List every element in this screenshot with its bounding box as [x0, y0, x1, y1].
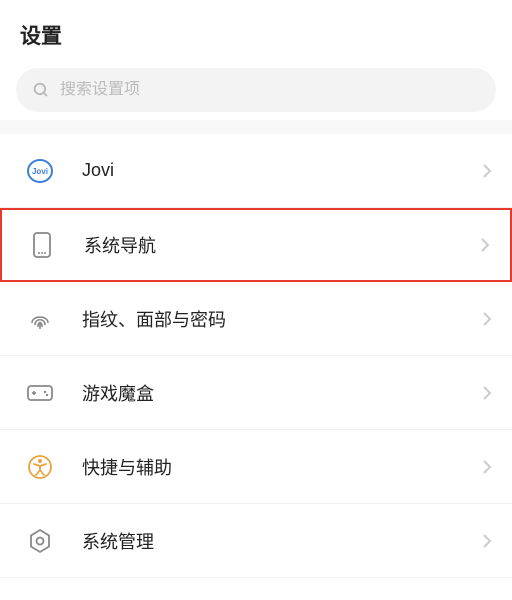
settings-item-game-box[interactable]: 游戏魔盒: [0, 356, 512, 430]
settings-item-system-management[interactable]: 系统管理: [0, 504, 512, 578]
chevron-right-icon: [482, 459, 492, 475]
chevron-right-icon: [482, 385, 492, 401]
fingerprint-icon: [26, 305, 54, 333]
accessibility-icon: [26, 453, 54, 481]
settings-item-shortcuts-accessibility[interactable]: 快捷与辅助: [0, 430, 512, 504]
chevron-right-icon: [482, 533, 492, 549]
search-box[interactable]: [16, 68, 496, 112]
settings-item-label: 快捷与辅助: [82, 454, 482, 480]
chevron-right-icon: [482, 311, 492, 327]
settings-item-label: 系统导航: [84, 232, 480, 258]
search-container: [0, 68, 512, 120]
jovi-icon: Jovi: [26, 157, 54, 185]
settings-list: Jovi Jovi 系统导航: [0, 134, 512, 578]
chevron-right-icon: [482, 163, 492, 179]
phone-icon: [28, 231, 56, 259]
search-icon: [32, 81, 50, 99]
settings-item-label: 游戏魔盒: [82, 380, 482, 406]
settings-item-fingerprint-face-password[interactable]: 指纹、面部与密码: [0, 282, 512, 356]
settings-item-jovi[interactable]: Jovi Jovi: [0, 134, 512, 208]
search-input[interactable]: [60, 81, 480, 99]
page-title: 设置: [20, 20, 492, 50]
settings-item-label: 指纹、面部与密码: [82, 306, 482, 332]
gear-hex-icon: [26, 527, 54, 555]
gamepad-icon: [26, 379, 54, 407]
settings-item-label: Jovi: [82, 160, 482, 181]
page-header: 设置: [0, 0, 512, 68]
settings-item-label: 系统管理: [82, 528, 482, 554]
section-gap: [0, 120, 512, 134]
settings-item-system-navigation[interactable]: 系统导航: [0, 208, 512, 282]
svg-text:Jovi: Jovi: [32, 167, 48, 176]
chevron-right-icon: [480, 237, 490, 253]
